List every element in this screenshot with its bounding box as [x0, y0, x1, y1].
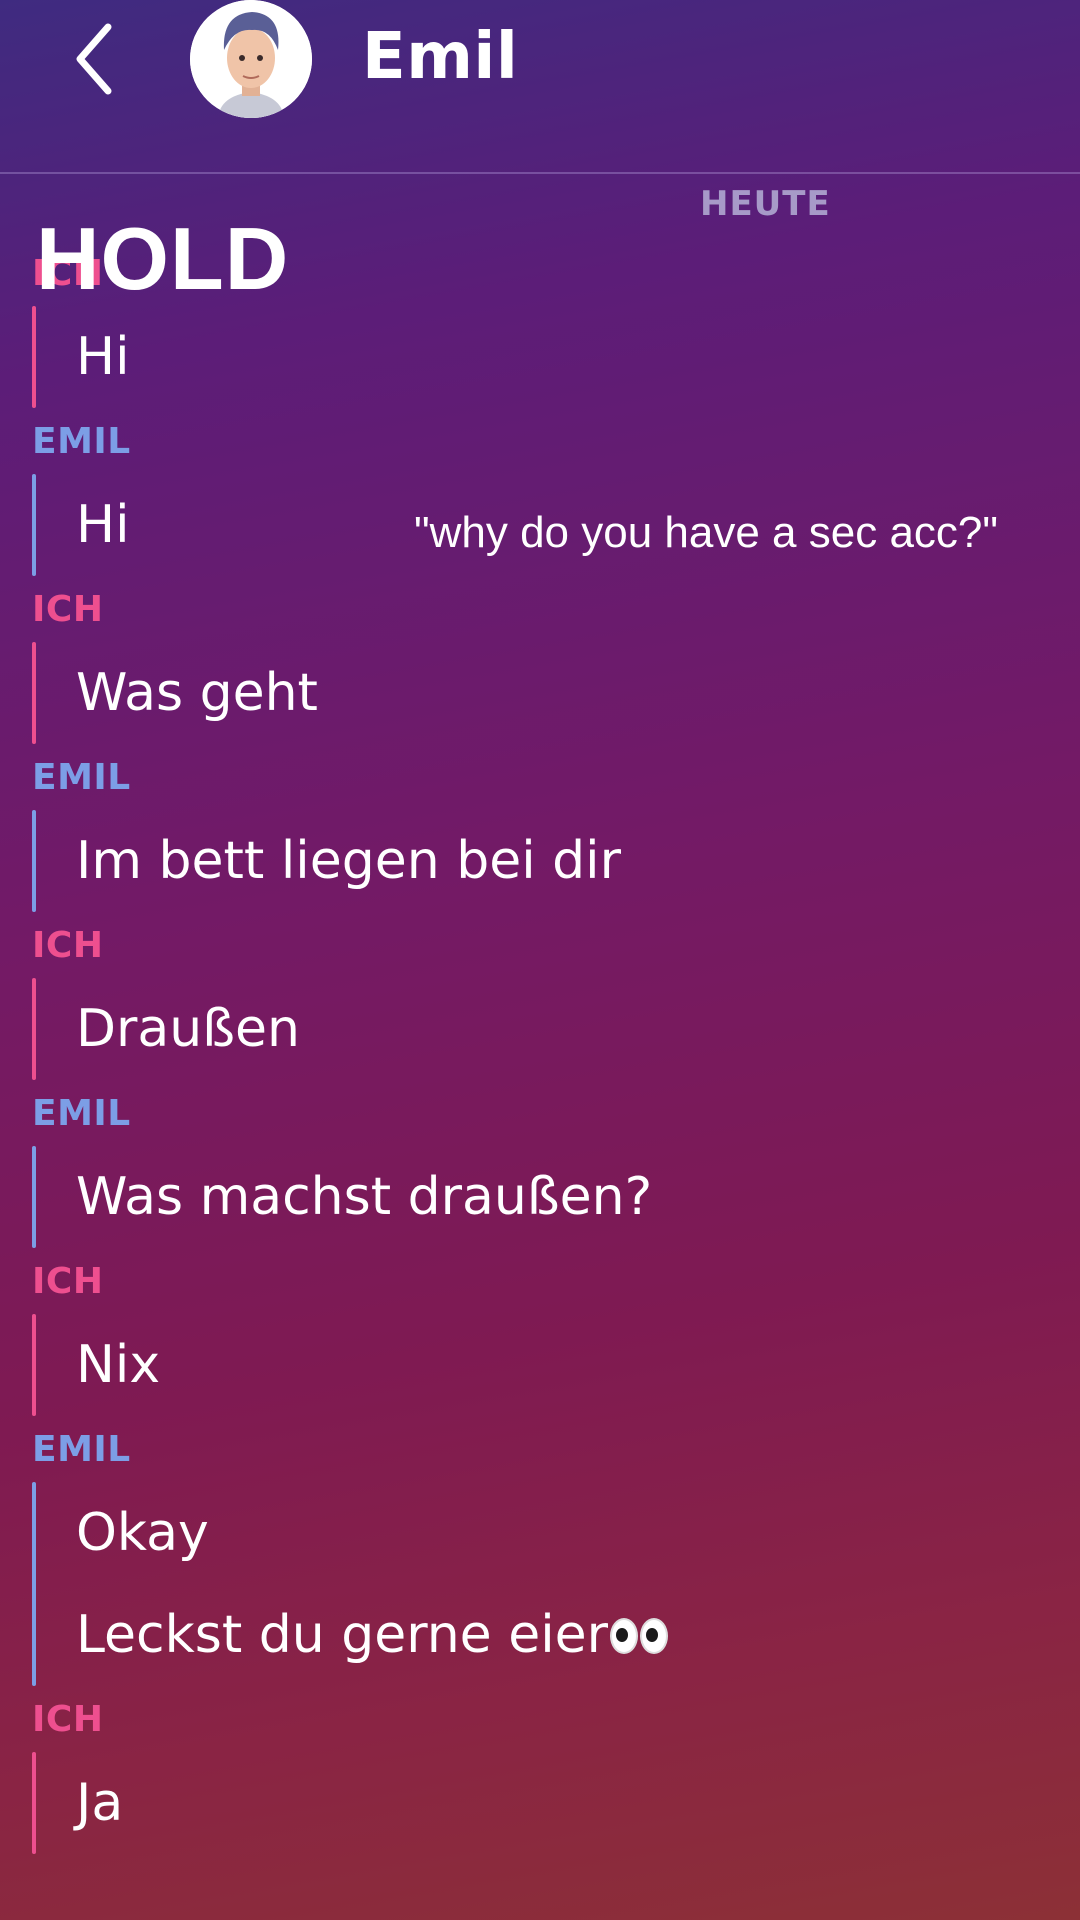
message-text[interactable]: Okay	[76, 1482, 1080, 1584]
eyes-emoji-icon	[608, 1605, 669, 1665]
sender-label-ich: ICH	[32, 1261, 104, 1302]
message-list[interactable]: ICH Hi EMIL Hi ICH Was geht EMIL Im bett…	[0, 250, 1080, 1864]
message-group: Nix	[32, 1314, 1080, 1416]
message-text[interactable]: Was machst draußen?	[76, 1146, 1080, 1248]
message-text[interactable]: Draußen	[76, 978, 1080, 1080]
sender-label-ich: ICH	[32, 1699, 104, 1740]
sender-label-emil: EMIL	[32, 757, 131, 798]
chat-header: Emil	[0, 0, 1080, 174]
sender-label-emil: EMIL	[32, 1429, 131, 1470]
message-group: Okay Leckst du gerne eier	[32, 1482, 1080, 1686]
message-text[interactable]: Nix	[76, 1314, 1080, 1416]
message-text[interactable]: Im bett liegen bei dir	[76, 810, 1080, 912]
back-button[interactable]	[60, 14, 130, 104]
chevron-left-icon	[76, 23, 112, 95]
message-group: Draußen	[32, 978, 1080, 1080]
eye-right-icon	[640, 1618, 669, 1654]
message-text[interactable]: Ja	[76, 1752, 1080, 1854]
avatar[interactable]	[190, 0, 312, 118]
eye-left-icon	[610, 1618, 639, 1654]
message-text-with-emoji[interactable]: Leckst du gerne eier	[76, 1584, 1080, 1686]
sender-label-ich: ICH	[32, 589, 104, 630]
overlay-caption: "why do you have a sec acc?"	[414, 508, 999, 557]
message-text[interactable]: Hi	[76, 306, 1080, 408]
message-group: Hi	[32, 306, 1080, 408]
sender-label-ich: ICH	[32, 925, 104, 966]
message-text[interactable]: Was geht	[76, 642, 1080, 744]
sender-label-emil: EMIL	[32, 1093, 131, 1134]
date-separator: HEUTE	[700, 184, 831, 224]
bitmoji-avatar-icon	[190, 0, 312, 118]
overlay-hold-text: HOLD	[36, 209, 290, 308]
sender-label-emil: EMIL	[32, 421, 131, 462]
message-group: Was machst draußen?	[32, 1146, 1080, 1248]
message-group: Im bett liegen bei dir	[32, 810, 1080, 912]
message-text: Leckst du gerne eier	[76, 1605, 609, 1665]
contact-name[interactable]: Emil	[362, 20, 518, 94]
message-group: Was geht	[32, 642, 1080, 744]
message-group: Ja	[32, 1752, 1080, 1854]
